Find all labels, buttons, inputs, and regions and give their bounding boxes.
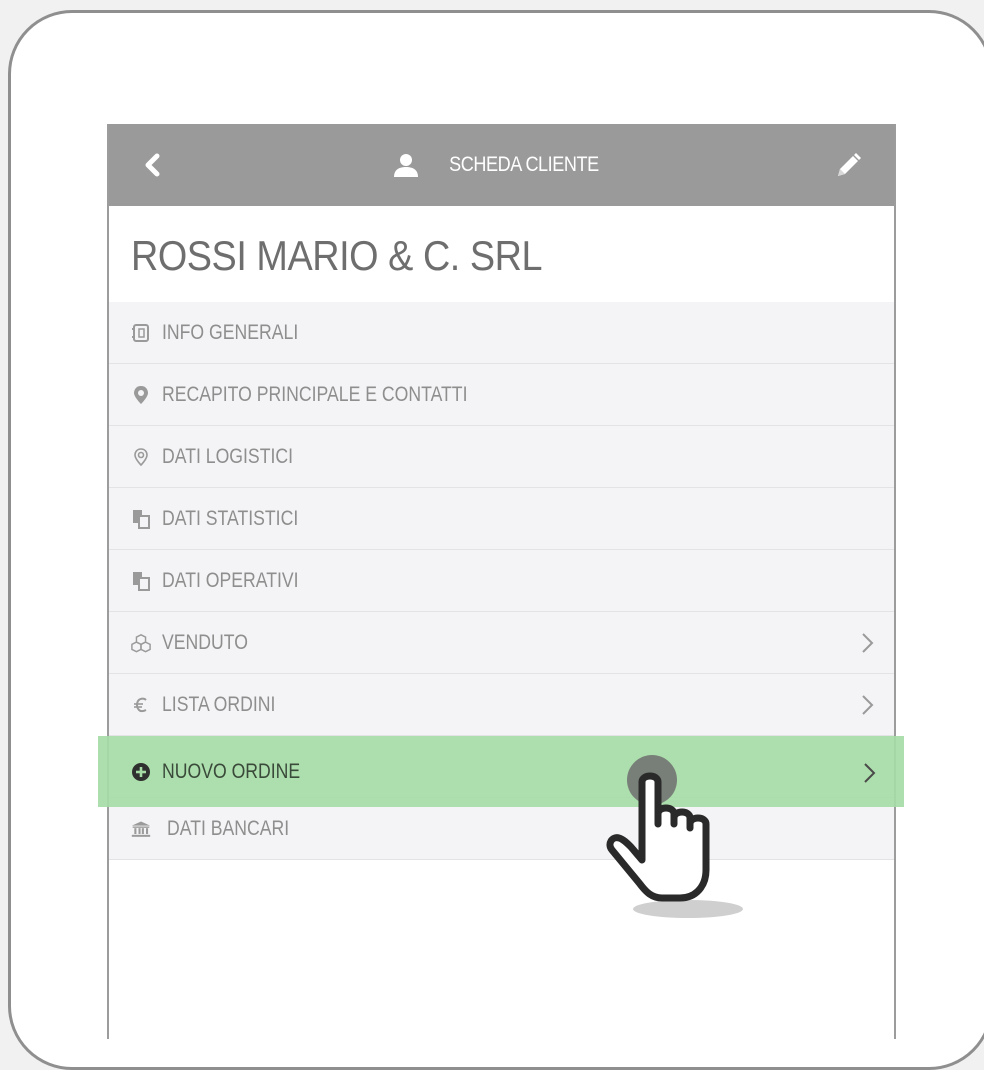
chevron-right-icon <box>862 694 874 715</box>
menu-item-info-generali[interactable]: INFO GENERALI <box>109 302 894 364</box>
pencil-icon <box>838 153 861 176</box>
menu-item-label: INFO GENERALI <box>162 320 299 344</box>
menu-item-nuovo-ordine[interactable]: NUOVO ORDINE <box>98 736 904 807</box>
menu-item-label: VENDUTO <box>162 630 248 654</box>
tap-hand-icon <box>606 755 743 918</box>
documents-icon <box>131 509 151 529</box>
menu-item-label: RECAPITO PRINCIPALE E CONTATTI <box>162 382 468 406</box>
menu-item-venduto[interactable]: VENDUTO <box>109 612 894 674</box>
menu-item-lista-ordini[interactable]: LISTA ORDINI <box>109 674 894 736</box>
location-outline-icon <box>131 447 151 467</box>
menu-item-label: DATI BANCARI <box>167 816 290 840</box>
menu-item-label: LISTA ORDINI <box>162 692 276 716</box>
menu-item-label: DATI OPERATIVI <box>162 568 299 592</box>
header-bar: SCHEDA CLIENTE <box>109 124 894 206</box>
client-name: ROSSI MARIO & C. SRL <box>131 232 543 279</box>
bank-icon <box>131 819 151 839</box>
menu-item-dati-bancari[interactable]: DATI BANCARI <box>109 798 894 860</box>
euro-icon <box>131 695 151 715</box>
menu-item-label: DATI LOGISTICI <box>162 444 294 468</box>
menu-item-dati-operativi[interactable]: DATI OPERATIVI <box>109 550 894 612</box>
menu-item-label: NUOVO ORDINE <box>162 760 301 783</box>
user-icon <box>393 154 418 177</box>
page-title: SCHEDA CLIENTE <box>448 153 599 176</box>
address-book-icon <box>131 323 151 343</box>
documents-icon <box>131 571 151 591</box>
chevron-right-icon <box>864 763 876 783</box>
edit-button[interactable] <box>832 150 864 182</box>
menu-item-dati-logistici[interactable]: DATI LOGISTICI <box>109 426 894 488</box>
header-title-group: SCHEDA CLIENTE <box>109 124 894 206</box>
chevron-right-icon <box>862 632 874 653</box>
app-screen: SCHEDA CLIENTE ROSSI MARIO & C. SRL INFO… <box>107 124 896 1039</box>
menu-item-label: DATI STATISTICI <box>162 506 299 530</box>
menu-item-dati-statistici[interactable]: DATI STATISTICI <box>109 488 894 550</box>
map-marker-icon <box>131 385 151 405</box>
menu-item-recapito[interactable]: RECAPITO PRINCIPALE E CONTATTI <box>109 364 894 426</box>
plus-circle-icon <box>132 763 150 781</box>
cubes-icon <box>131 633 151 653</box>
